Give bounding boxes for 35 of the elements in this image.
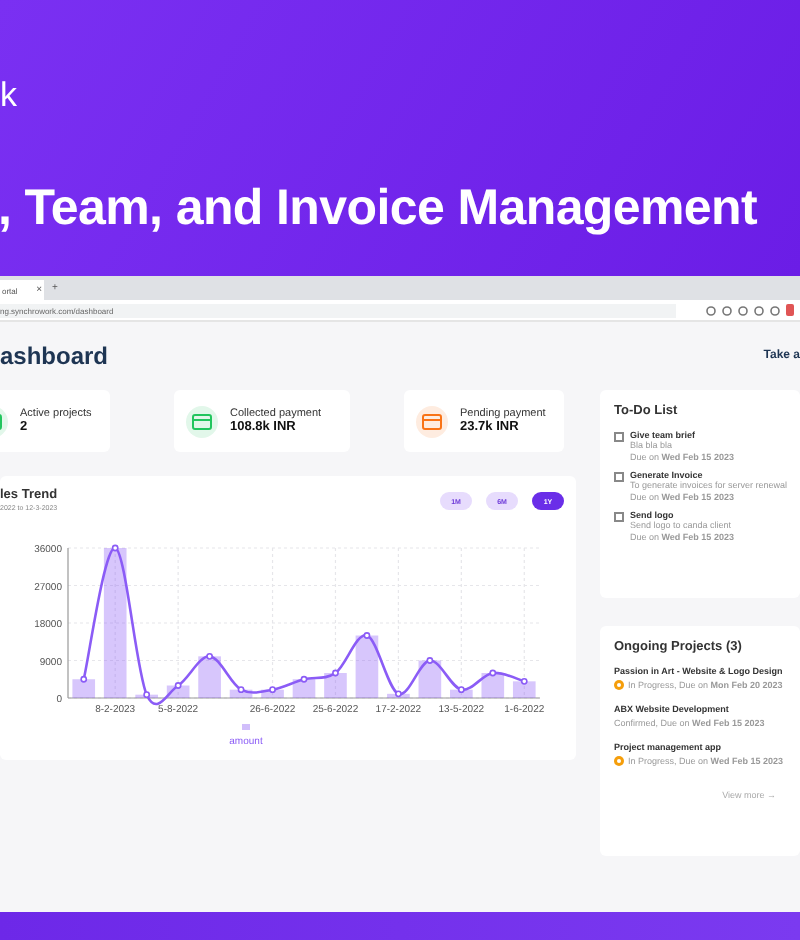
data-point <box>332 669 339 677</box>
bar <box>198 656 221 698</box>
legend-swatch <box>242 724 250 730</box>
bar <box>450 689 473 698</box>
bar <box>324 673 347 698</box>
checkbox[interactable] <box>614 472 624 482</box>
data-point <box>520 677 528 685</box>
profile-icon[interactable] <box>786 304 794 316</box>
data-point <box>426 657 434 664</box>
data-point <box>395 690 402 698</box>
bar <box>418 660 442 698</box>
bar <box>292 679 316 698</box>
bar <box>387 693 410 698</box>
data-point <box>489 669 497 677</box>
data-point <box>80 675 88 683</box>
data-point <box>111 544 119 552</box>
data-point <box>269 686 276 694</box>
data-point <box>363 632 371 639</box>
checkbox[interactable] <box>614 512 624 522</box>
page-title: ashboard <box>0 342 109 370</box>
data-point <box>300 675 308 683</box>
data-point <box>143 691 151 699</box>
data-point <box>457 686 465 694</box>
bar <box>229 689 253 698</box>
data-point <box>237 686 245 694</box>
bar <box>481 673 505 698</box>
brand-name: k <box>0 76 17 116</box>
bar <box>355 635 379 698</box>
headline: , Team, and Invoice Management <box>0 180 758 238</box>
bar <box>166 685 190 698</box>
data-point <box>206 652 213 660</box>
data-point <box>174 682 182 689</box>
checkbox[interactable] <box>614 432 624 442</box>
bar <box>512 681 536 698</box>
bar <box>72 679 96 698</box>
